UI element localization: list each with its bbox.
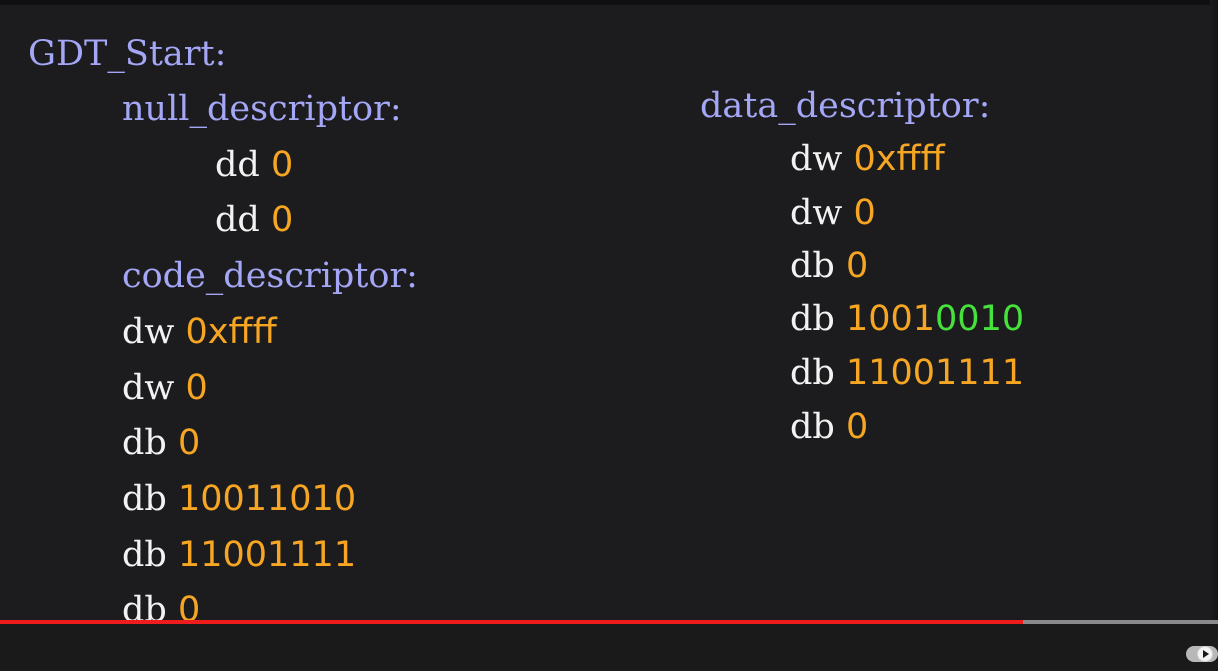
play-icon [1203, 650, 1209, 658]
value: 0 [177, 590, 201, 620]
value: 0 [185, 368, 208, 408]
directive: dw [790, 139, 843, 179]
value: 11001111 [177, 535, 357, 575]
directive: dw [122, 312, 175, 352]
data-descriptor-line-6: db 0 [790, 407, 868, 447]
null-descriptor-line-1: dd 0 [215, 145, 293, 185]
directive: db [790, 353, 835, 393]
directive: db [790, 407, 835, 447]
value: 0 [845, 407, 869, 447]
autoplay-toggle[interactable] [1186, 646, 1218, 662]
code-descriptor-line-4: db 10011010 [122, 479, 356, 519]
code-descriptor-line-2: dw 0 [122, 368, 208, 408]
data-descriptor-line-5: db 11001111 [790, 353, 1024, 393]
code-descriptor-line-5: db 11001111 [122, 535, 356, 575]
player-controls-bar [0, 620, 1218, 671]
directive: db [122, 535, 167, 575]
data-descriptor-line-1: dw 0xffff [790, 139, 945, 179]
directive: db [790, 299, 835, 339]
directive: dd [215, 145, 260, 185]
value: 0 [177, 423, 201, 463]
code-slide: GDT_Start: null_descriptor: dd 0 dd 0 co… [0, 0, 1218, 620]
value: 0 [270, 145, 294, 185]
null-descriptor-label: null_descriptor: [122, 89, 402, 129]
code-descriptor-line-1: dw 0xffff [122, 312, 277, 352]
value: 0xffff [185, 312, 277, 352]
directive: dw [122, 368, 175, 408]
value: 0 [270, 200, 294, 240]
data-descriptor-label: data_descriptor: [700, 86, 991, 126]
value: 0 [845, 246, 869, 286]
directive: db [790, 246, 835, 286]
value: 10011010 [177, 479, 357, 519]
value-green-part: 0010 [935, 299, 1025, 339]
value: 11001111 [845, 353, 1025, 393]
directive: dw [790, 193, 843, 233]
gdt-start-label: GDT_Start: [28, 34, 227, 74]
directive: dd [215, 200, 260, 240]
video-frame[interactable]: GDT_Start: null_descriptor: dd 0 dd 0 co… [0, 0, 1218, 671]
value: 0xffff [853, 139, 945, 179]
value: 0 [853, 193, 876, 233]
directive: db [122, 423, 167, 463]
code-descriptor-line-3: db 0 [122, 423, 200, 463]
value-orange-part: 1001 [845, 299, 936, 339]
code-descriptor-line-6: db 0 [122, 590, 200, 620]
right-edge-shadow [1210, 0, 1218, 620]
progress-played [0, 620, 1023, 624]
data-descriptor-line-3: db 0 [790, 246, 868, 286]
data-descriptor-line-2: dw 0 [790, 193, 876, 233]
progress-bar[interactable] [0, 620, 1218, 624]
code-descriptor-label: code_descriptor: [122, 256, 418, 296]
data-descriptor-line-4: db 10010010 [790, 299, 1024, 339]
null-descriptor-line-2: dd 0 [215, 200, 293, 240]
directive: db [122, 590, 167, 620]
directive: db [122, 479, 167, 519]
